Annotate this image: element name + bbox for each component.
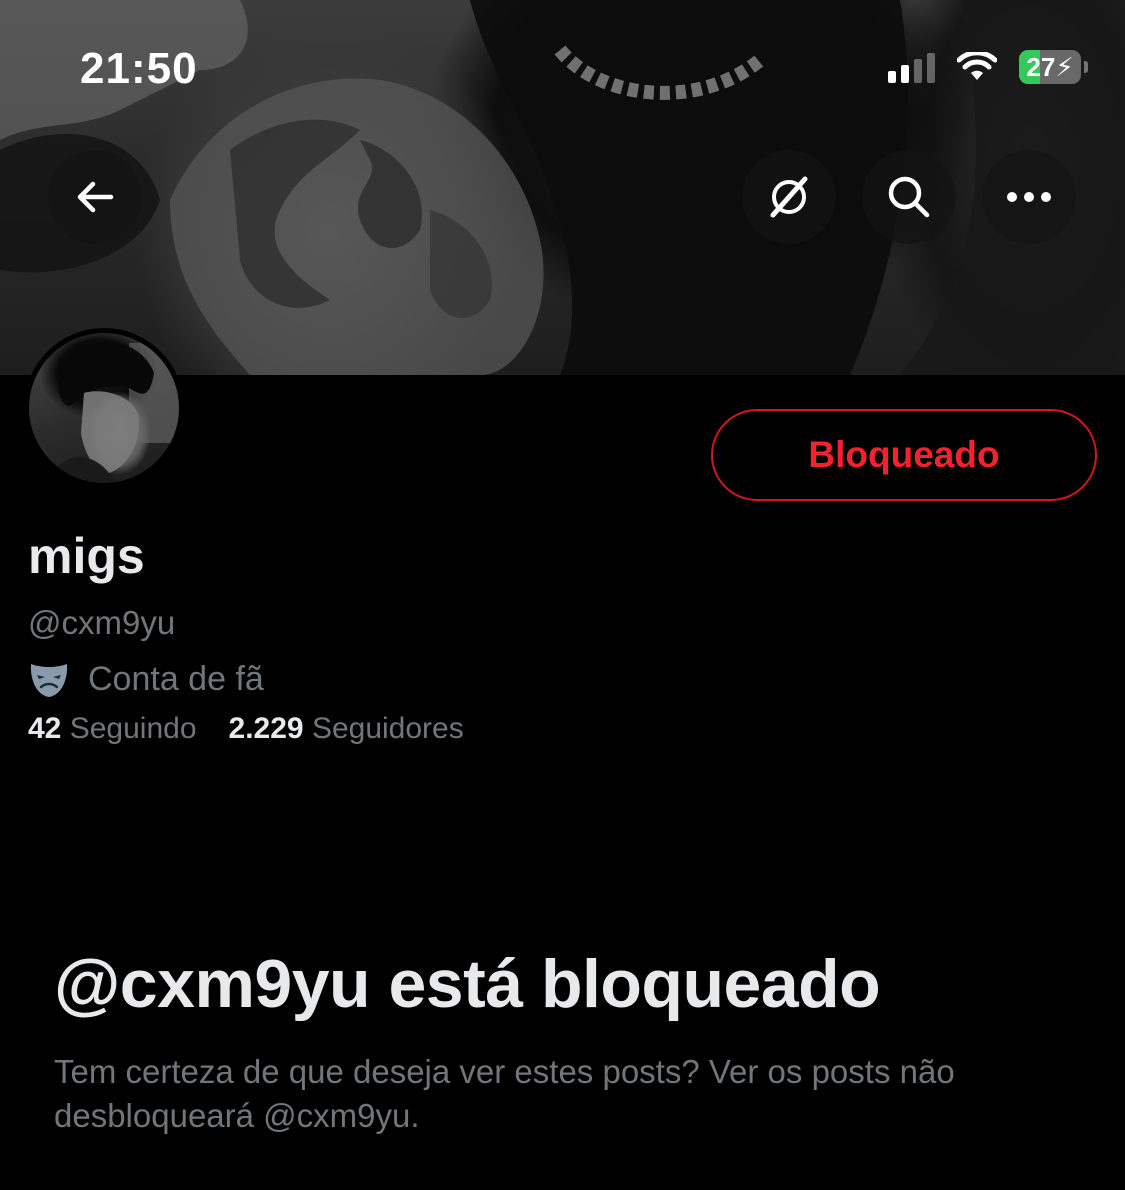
followers-label: Seguidores	[311, 712, 464, 745]
theater-mask-icon	[30, 663, 68, 697]
grok-button[interactable]	[742, 150, 836, 244]
battery-icon: 27⚡	[1019, 50, 1088, 84]
profile-banner[interactable]: 21:50 27⚡	[0, 0, 1125, 375]
more-options-button[interactable]	[982, 150, 1076, 244]
following-link[interactable]: 42 Seguindo	[28, 712, 197, 746]
avatar-image	[29, 333, 179, 483]
blocked-notice-description: Tem certeza de que deseja ver estes post…	[54, 1053, 955, 1134]
category-label: Conta de fã	[88, 660, 264, 698]
status-icons: 27⚡	[888, 50, 1088, 84]
wifi-icon	[957, 52, 997, 80]
search-icon	[888, 176, 930, 218]
follow-stats: 42 Seguindo 2.229 Seguidores	[28, 712, 464, 746]
profile-avatar[interactable]	[24, 328, 184, 488]
user-handle: @cxm9yu	[28, 604, 176, 641]
following-label: Seguindo	[69, 712, 197, 745]
arrow-left-icon	[77, 181, 114, 213]
more-horizontal-icon	[1007, 192, 1051, 202]
followers-link[interactable]: 2.229 Seguidores	[229, 712, 464, 746]
charging-bolt-icon: ⚡	[1055, 51, 1074, 82]
battery-level: 27	[1026, 51, 1056, 82]
display-name: migs	[28, 528, 145, 584]
blocked-notice-title: @cxm9yu está bloqueado	[54, 946, 881, 1022]
search-button[interactable]	[862, 150, 956, 244]
profile-category: Conta de fã	[28, 660, 264, 699]
cellular-signal-icon	[888, 51, 935, 83]
status-time: 21:50	[80, 44, 198, 93]
following-count: 42	[28, 712, 62, 745]
blocked-button[interactable]: Bloqueado	[711, 409, 1097, 501]
grok-icon	[770, 176, 808, 218]
back-button[interactable]	[48, 150, 142, 244]
followers-count: 2.229	[228, 712, 304, 745]
